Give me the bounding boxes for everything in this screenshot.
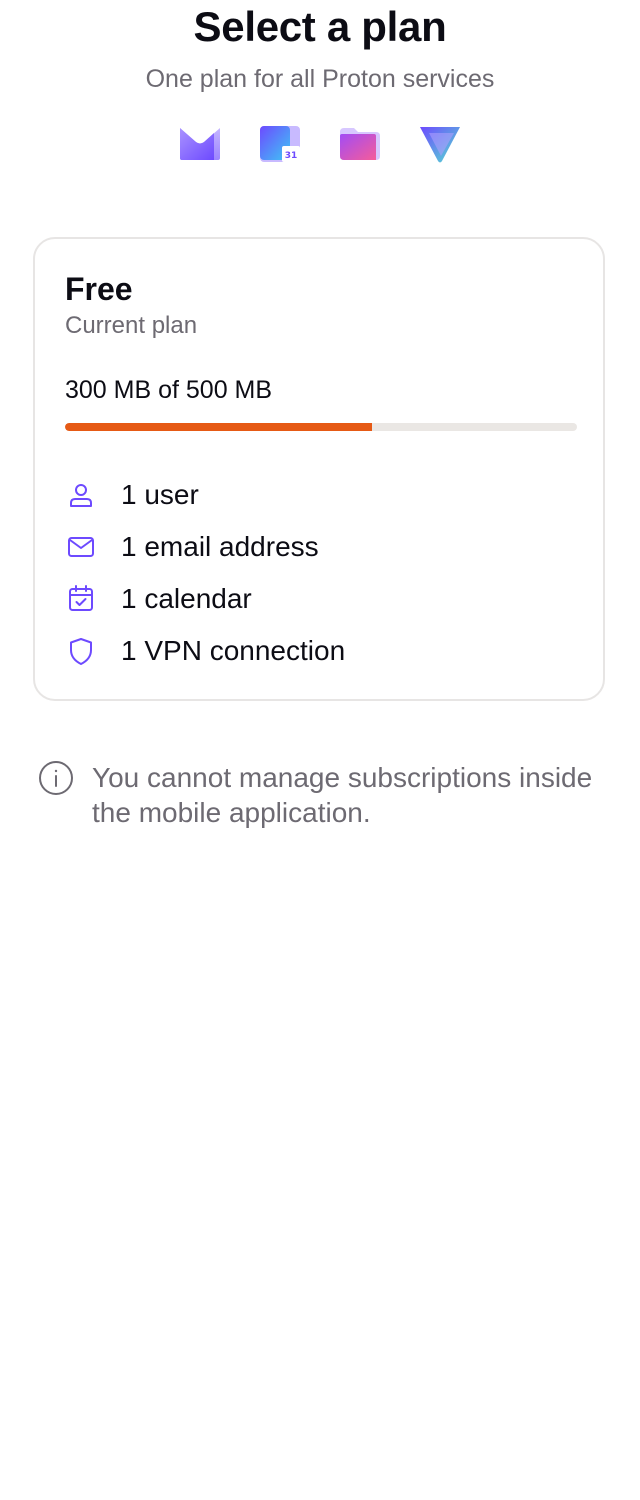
info-icon <box>38 760 74 796</box>
svg-text:31: 31 <box>285 151 298 161</box>
plan-status: Current plan <box>65 312 198 339</box>
plan-name: Free <box>65 271 133 307</box>
storage-progress-bar <box>65 423 577 431</box>
feature-label: 1 email address <box>121 531 319 562</box>
envelope-icon <box>65 531 97 563</box>
page-title: Select a plan <box>193 3 447 50</box>
feature-item-email: 1 email address <box>65 521 573 573</box>
feature-label: 1 user <box>121 479 199 510</box>
feature-item-calendar: 1 calendar <box>65 573 573 625</box>
header: Select a plan One plan for all Proton se… <box>0 0 640 164</box>
calendar-check-icon <box>65 583 97 615</box>
feature-item-users: 1 user <box>65 469 573 521</box>
feature-label: 1 VPN connection <box>121 635 346 666</box>
feature-item-vpn: 1 VPN connection <box>65 625 573 677</box>
storage-usage-text: 300 MB of 500 MB <box>65 376 273 404</box>
user-icon <box>65 479 97 511</box>
shield-icon <box>65 635 97 667</box>
plan-features-list: 1 user 1 email address 1 calendar 1 VPN … <box>65 469 573 677</box>
product-icons-row: 31 <box>0 124 640 164</box>
proton-drive-icon <box>338 124 382 164</box>
proton-mail-icon <box>178 124 222 164</box>
page-subtitle: One plan for all Proton services <box>145 65 495 93</box>
proton-vpn-icon <box>418 124 462 164</box>
storage-progress-fill <box>65 423 373 431</box>
notice-text: You cannot manage subscriptions inside t… <box>92 762 593 828</box>
subscription-notice: You cannot manage subscriptions inside t… <box>38 760 598 830</box>
proton-calendar-icon: 31 <box>258 124 302 164</box>
current-plan-card: Free Current plan 300 MB of 500 MB 1 use… <box>33 237 605 701</box>
feature-label: 1 calendar <box>121 583 252 614</box>
